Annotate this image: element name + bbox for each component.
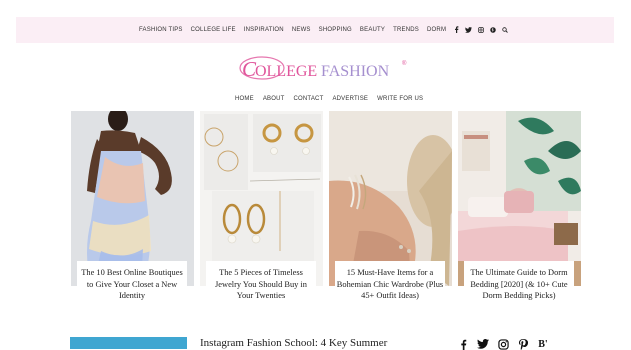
nav-advertise[interactable]: ADVERTISE — [332, 96, 368, 102]
instagram-icon[interactable] — [497, 338, 509, 350]
article-image-boutiques[interactable] — [71, 111, 194, 286]
nav-about[interactable]: ABOUT — [263, 96, 285, 102]
twitter-icon[interactable] — [477, 338, 489, 350]
nav-trends[interactable]: TRENDS — [393, 27, 419, 33]
svg-text:FASHION: FASHION — [321, 63, 390, 80]
pinterest-icon[interactable] — [489, 26, 496, 33]
logo-registered-mark: ® — [402, 60, 407, 67]
nav-inspiration[interactable]: INSPIRATION — [244, 27, 284, 33]
nav-home[interactable]: HOME — [235, 96, 254, 102]
facebook-icon[interactable] — [457, 338, 469, 350]
article-image-jewelry[interactable] — [200, 111, 323, 286]
svg-text:OLLEGE: OLLEGE — [255, 63, 317, 80]
article-card[interactable]: The 10 Best Online Boutiques to Give You… — [71, 111, 194, 304]
article-card[interactable]: The Ultimate Guide to Dorm Bedding [2020… — [458, 111, 581, 304]
twitter-icon[interactable] — [465, 26, 473, 33]
article-card-title[interactable]: The 5 Pieces of Timeless Jewelry You Sho… — [206, 261, 316, 304]
article-image-bohemian[interactable] — [329, 111, 452, 286]
nav-news[interactable]: NEWS — [292, 27, 311, 33]
article-card-title[interactable]: The 10 Best Online Boutiques to Give You… — [77, 261, 187, 304]
nav-write-for-us[interactable]: WRITE FOR US — [377, 96, 423, 102]
nav-fashion-tips[interactable]: FASHION TIPS — [139, 27, 183, 33]
nav-contact[interactable]: CONTACT — [293, 96, 323, 102]
instagram-icon[interactable] — [477, 26, 484, 33]
nav-shopping[interactable]: SHOPPING — [319, 27, 352, 33]
top-nav: FASHION TIPS COLLEGE LIFE INSPIRATION NE… — [139, 26, 513, 33]
nav-beauty[interactable]: BEAUTY — [360, 27, 385, 33]
article-image-dorm-bedding[interactable] — [458, 111, 581, 286]
nav-dorm[interactable]: DORM — [427, 27, 446, 33]
article-card-title[interactable]: The Ultimate Guide to Dorm Bedding [2020… — [464, 261, 574, 304]
featured-article-title[interactable]: Instagram Fashion School: 4 Key Summer — [200, 337, 387, 349]
social-links: B' — [457, 338, 557, 350]
main-nav: HOME ABOUT CONTACT ADVERTISE WRITE FOR U… — [235, 96, 432, 102]
search-icon[interactable] — [501, 26, 508, 33]
featured-article-image[interactable] — [70, 337, 187, 349]
article-card-title[interactable]: 15 Must-Have Items for a Bohemian Chic W… — [335, 261, 445, 304]
article-card[interactable]: The 5 Pieces of Timeless Jewelry You Sho… — [200, 111, 323, 304]
pinterest-icon[interactable] — [517, 338, 529, 350]
bloglovin-icon[interactable]: B' — [537, 338, 549, 350]
facebook-icon[interactable] — [453, 26, 460, 33]
site-logo[interactable]: C OLLEGE FASHION ® — [238, 54, 414, 84]
article-card[interactable]: 15 Must-Have Items for a Bohemian Chic W… — [329, 111, 452, 304]
nav-college-life[interactable]: COLLEGE LIFE — [191, 27, 236, 33]
